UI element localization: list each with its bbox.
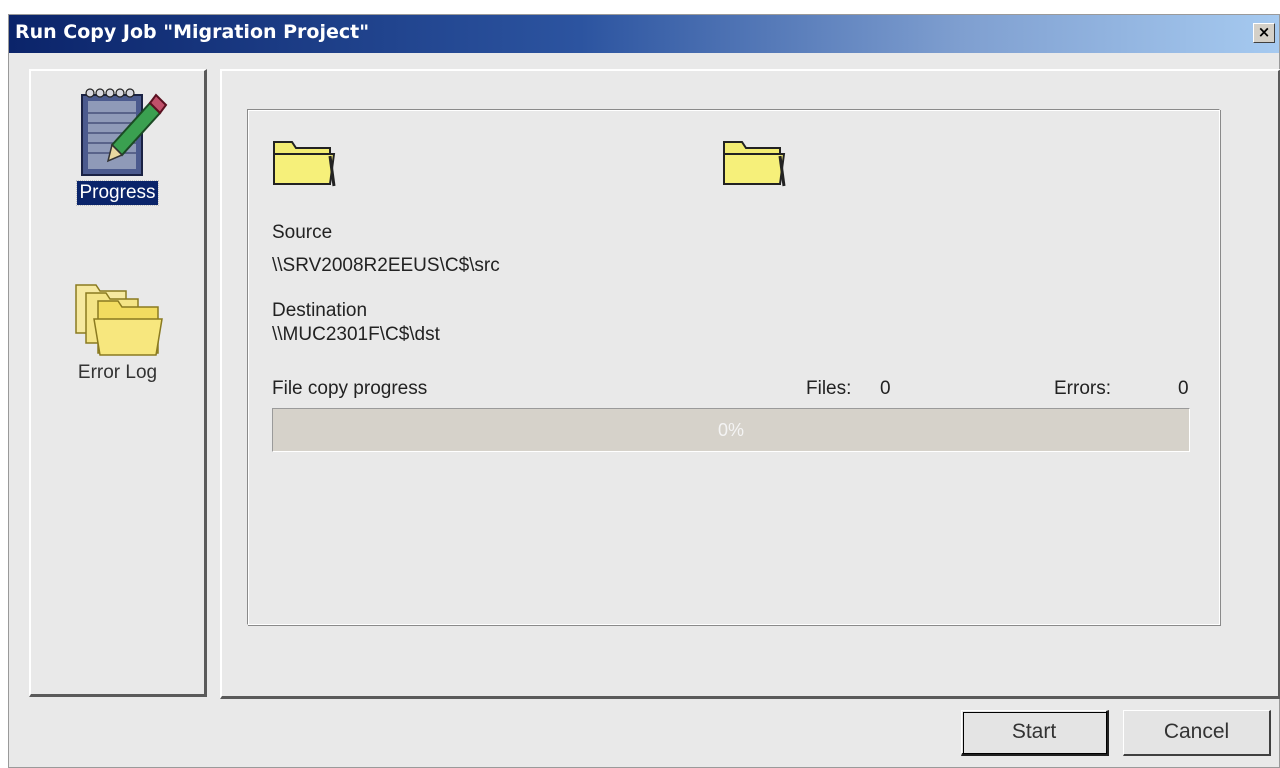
window-title: Run Copy Job "Migration Project" — [15, 21, 370, 43]
sidebar: Progress Error Log — [29, 69, 207, 697]
dialog-window: Run Copy Job "Migration Project" × Progr… — [8, 14, 1280, 768]
progress-label: File copy progress — [272, 378, 428, 399]
destination-folder-icon — [723, 141, 786, 187]
progress-percent: 0% — [717, 420, 744, 440]
sidebar-item-label: Error Log — [77, 362, 158, 383]
errors-count: 0 — [1178, 378, 1189, 399]
notepad-pencil-icon — [80, 88, 167, 176]
sidebar-item-progress[interactable]: Progress — [31, 81, 204, 206]
source-path: \\SRV2008R2EEUS\C$\src — [272, 255, 500, 276]
progress-bar: 0% — [272, 408, 1190, 452]
destination-label: Destination — [272, 300, 368, 321]
sidebar-item-error-log[interactable]: Error Log — [31, 261, 204, 385]
errors-label: Errors: — [1054, 378, 1111, 399]
source-folder-icon — [273, 141, 336, 187]
title-bar[interactable]: Run Copy Job "Migration Project" × — [9, 15, 1279, 53]
source-label: Source — [272, 222, 333, 243]
files-label: Files: — [806, 378, 852, 399]
progress-panel: Source \\SRV2008R2EEUS\C$\src Destinatio… — [247, 109, 1220, 625]
start-button[interactable]: Start — [961, 710, 1109, 756]
files-count: 0 — [880, 378, 891, 399]
folders-icon — [74, 284, 163, 356]
sidebar-item-label: Progress — [76, 180, 159, 206]
cancel-button[interactable]: Cancel — [1123, 710, 1271, 756]
destination-path: \\MUC2301F\C$\dst — [272, 324, 440, 345]
main-panel: Source \\SRV2008R2EEUS\C$\src Destinatio… — [220, 69, 1280, 699]
close-button[interactable]: × — [1253, 23, 1275, 43]
